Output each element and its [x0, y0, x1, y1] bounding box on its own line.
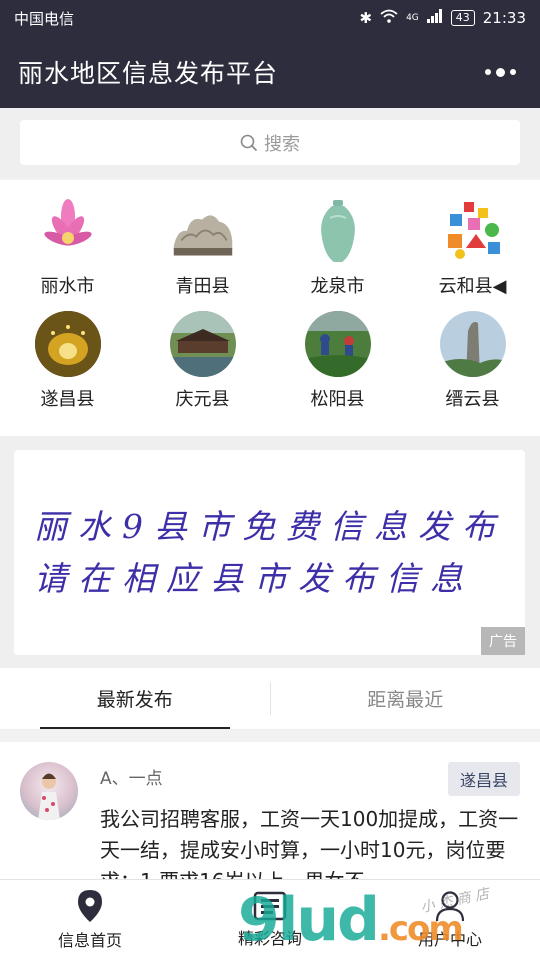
ad-banner[interactable]: 丽水9县市免费信息发布 请在相应县市发布信息 广告: [14, 450, 525, 655]
search-input[interactable]: 搜索: [20, 120, 520, 165]
nav-news[interactable]: 精彩咨询: [180, 880, 360, 960]
nav-news-label: 精彩咨询: [237, 929, 302, 948]
nav-home-label: 信息首页: [57, 931, 122, 950]
region-label: 遂昌县: [40, 389, 95, 410]
region-label: 松阳县: [310, 389, 365, 410]
lotus-icon: [35, 198, 101, 264]
more-dot-icon: [510, 69, 516, 75]
page-title: 丽水地区信息发布平台: [18, 59, 279, 88]
post-body: 我公司招聘客服，工资一天100加提成，工资一天一结，提成安小时算，一小时10元，…: [100, 807, 519, 882]
feed-tabs: 最新发布 距离最近: [0, 668, 540, 730]
rock-peak-photo: [439, 311, 506, 377]
bluetooth-icon: ✱: [359, 9, 373, 27]
region-item-suichang[interactable]: 遂昌县: [0, 311, 135, 424]
search-placeholder: 搜索: [264, 133, 300, 155]
signal-icon: [426, 9, 443, 27]
search-icon: [240, 134, 258, 151]
wifi-icon: [380, 9, 398, 27]
clock-label: 21:33: [482, 9, 526, 27]
region-item-qingyuan[interactable]: 庆元县: [135, 311, 270, 424]
tab-nearest[interactable]: 距离最近: [271, 668, 540, 729]
status-bar: 中国电信 ✱ 4G 43 21:33: [0, 0, 540, 36]
region-label: 缙云县: [445, 389, 500, 410]
region-label: 青田县: [175, 276, 230, 297]
covered-bridge-photo: [169, 311, 236, 377]
newspaper-icon: [253, 891, 287, 921]
region-grid: 丽水市 青田县 龙泉市 云和县◀ 遂昌县 庆元县 松阳县 缙云县: [0, 180, 540, 436]
tea-pickers-photo: [304, 311, 371, 377]
region-item-jinyun[interactable]: 缙云县: [405, 311, 540, 424]
more-menu-button[interactable]: [479, 62, 522, 83]
tab-latest[interactable]: 最新发布: [0, 668, 270, 729]
stone-carving-icon: [170, 198, 236, 264]
post-card[interactable]: A、一点 遂昌县 我公司招聘客服，工资一天100加提成，工资一天一结，提成安小时…: [0, 742, 540, 882]
nav-user-label: 用户中心: [417, 930, 482, 949]
region-item-lishui[interactable]: 丽水市: [0, 198, 135, 311]
region-label: 龙泉市: [310, 276, 365, 297]
more-dot-icon: [496, 67, 505, 77]
region-badge[interactable]: 遂昌县: [447, 762, 520, 796]
avatar[interactable]: [20, 762, 78, 820]
region-label: 庆元县: [175, 389, 230, 410]
network-type-label: 4G: [406, 12, 419, 23]
location-pin-icon: [78, 890, 102, 922]
region-item-qingtian[interactable]: 青田县: [135, 198, 270, 311]
ad-badge: 广告: [481, 627, 525, 655]
region-item-longquan[interactable]: 龙泉市: [270, 198, 405, 311]
carrier-label: 中国电信: [14, 9, 75, 28]
region-label: 丽水市: [40, 276, 95, 297]
status-icons: ✱ 4G 43 21:33: [359, 9, 526, 27]
tunnel-photo: [34, 311, 101, 377]
ad-banner-section: 丽水9县市免费信息发布 请在相应县市发布信息 广告: [0, 436, 540, 668]
more-dot-icon: [485, 69, 491, 75]
nav-home[interactable]: 信息首页: [0, 880, 180, 960]
wooden-toys-icon: [440, 198, 506, 264]
search-bar: 搜索: [0, 108, 540, 178]
region-label: 云和县◀: [438, 276, 507, 297]
app-header: 丽水地区信息发布平台: [0, 36, 540, 108]
battery-icon: 43: [450, 10, 475, 26]
celadon-vase-icon: [305, 198, 371, 264]
post-author: A、一点: [100, 769, 163, 789]
region-item-songyang[interactable]: 松阳县: [270, 311, 405, 424]
region-item-yunhe[interactable]: 云和县◀: [405, 198, 540, 311]
ad-text-line-2: 请在相应县市发布信息: [34, 558, 474, 598]
ad-text-line-1: 丽水9县市免费信息发布: [34, 506, 506, 546]
